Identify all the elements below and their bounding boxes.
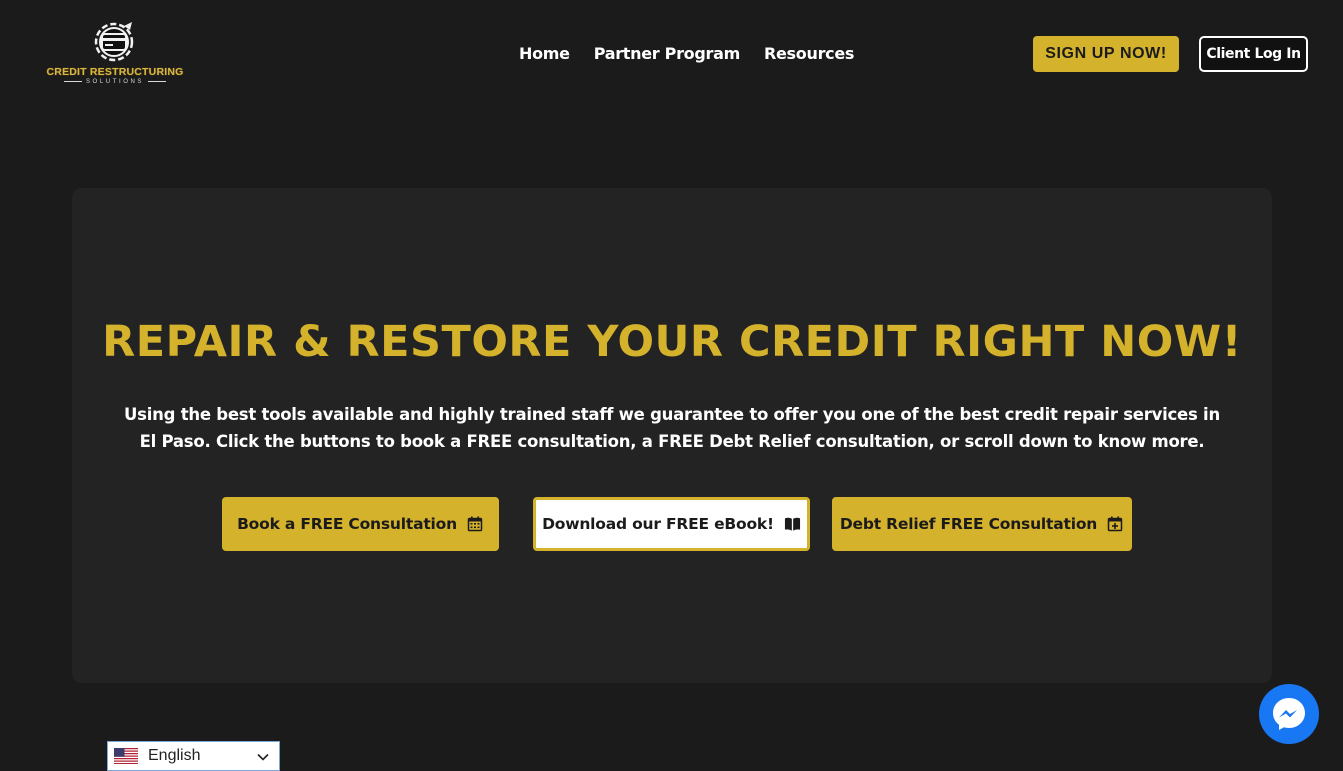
sign-up-button[interactable]: SIGN UP NOW! [1033,36,1179,72]
client-login-button[interactable]: Client Log In [1199,36,1308,72]
language-selector[interactable]: English [107,741,280,771]
book-consultation-button[interactable]: Book a FREE Consultation [222,497,499,551]
messenger-icon [1273,698,1305,730]
hero-description: Using the best tools available and highl… [124,405,1220,451]
site-header: CREDIT RESTRUCTURING SOLUTIONS Home Part… [0,0,1343,108]
hero-title: REPAIR & RESTORE YOUR CREDIT RIGHT NOW! [102,317,1242,367]
messenger-chat-button[interactable] [1259,684,1319,744]
debt-relief-consultation-label: Debt Relief FREE Consultation [839,515,1098,533]
debt-relief-consultation-button[interactable]: Debt Relief FREE Consultation [832,497,1132,551]
hero-panel: REPAIR & RESTORE YOUR CREDIT RIGHT NOW! … [72,188,1272,683]
calendar-icon [467,516,484,533]
book-open-icon [784,516,801,533]
nav-item-home[interactable]: Home [519,43,570,65]
calendar-plus-icon [1107,516,1124,533]
logo-name: CREDIT RESTRUCTURING [46,66,184,78]
download-ebook-button[interactable]: Download our FREE eBook! [533,497,810,551]
main-nav: Home Partner Program Resources [519,43,854,65]
nav-item-resources[interactable]: Resources [764,43,854,65]
credit-card-gear-logo-icon [94,22,134,62]
nav-item-partner-program[interactable]: Partner Program [594,43,741,65]
book-consultation-label: Book a FREE Consultation [237,515,457,533]
site-logo[interactable]: CREDIT RESTRUCTURING SOLUTIONS [38,18,192,88]
chevron-down-icon [257,753,269,761]
language-label: English [148,747,201,764]
logo-tagline: SOLUTIONS [38,79,192,85]
download-ebook-label: Download our FREE eBook! [542,515,774,533]
us-flag-icon [114,748,138,764]
